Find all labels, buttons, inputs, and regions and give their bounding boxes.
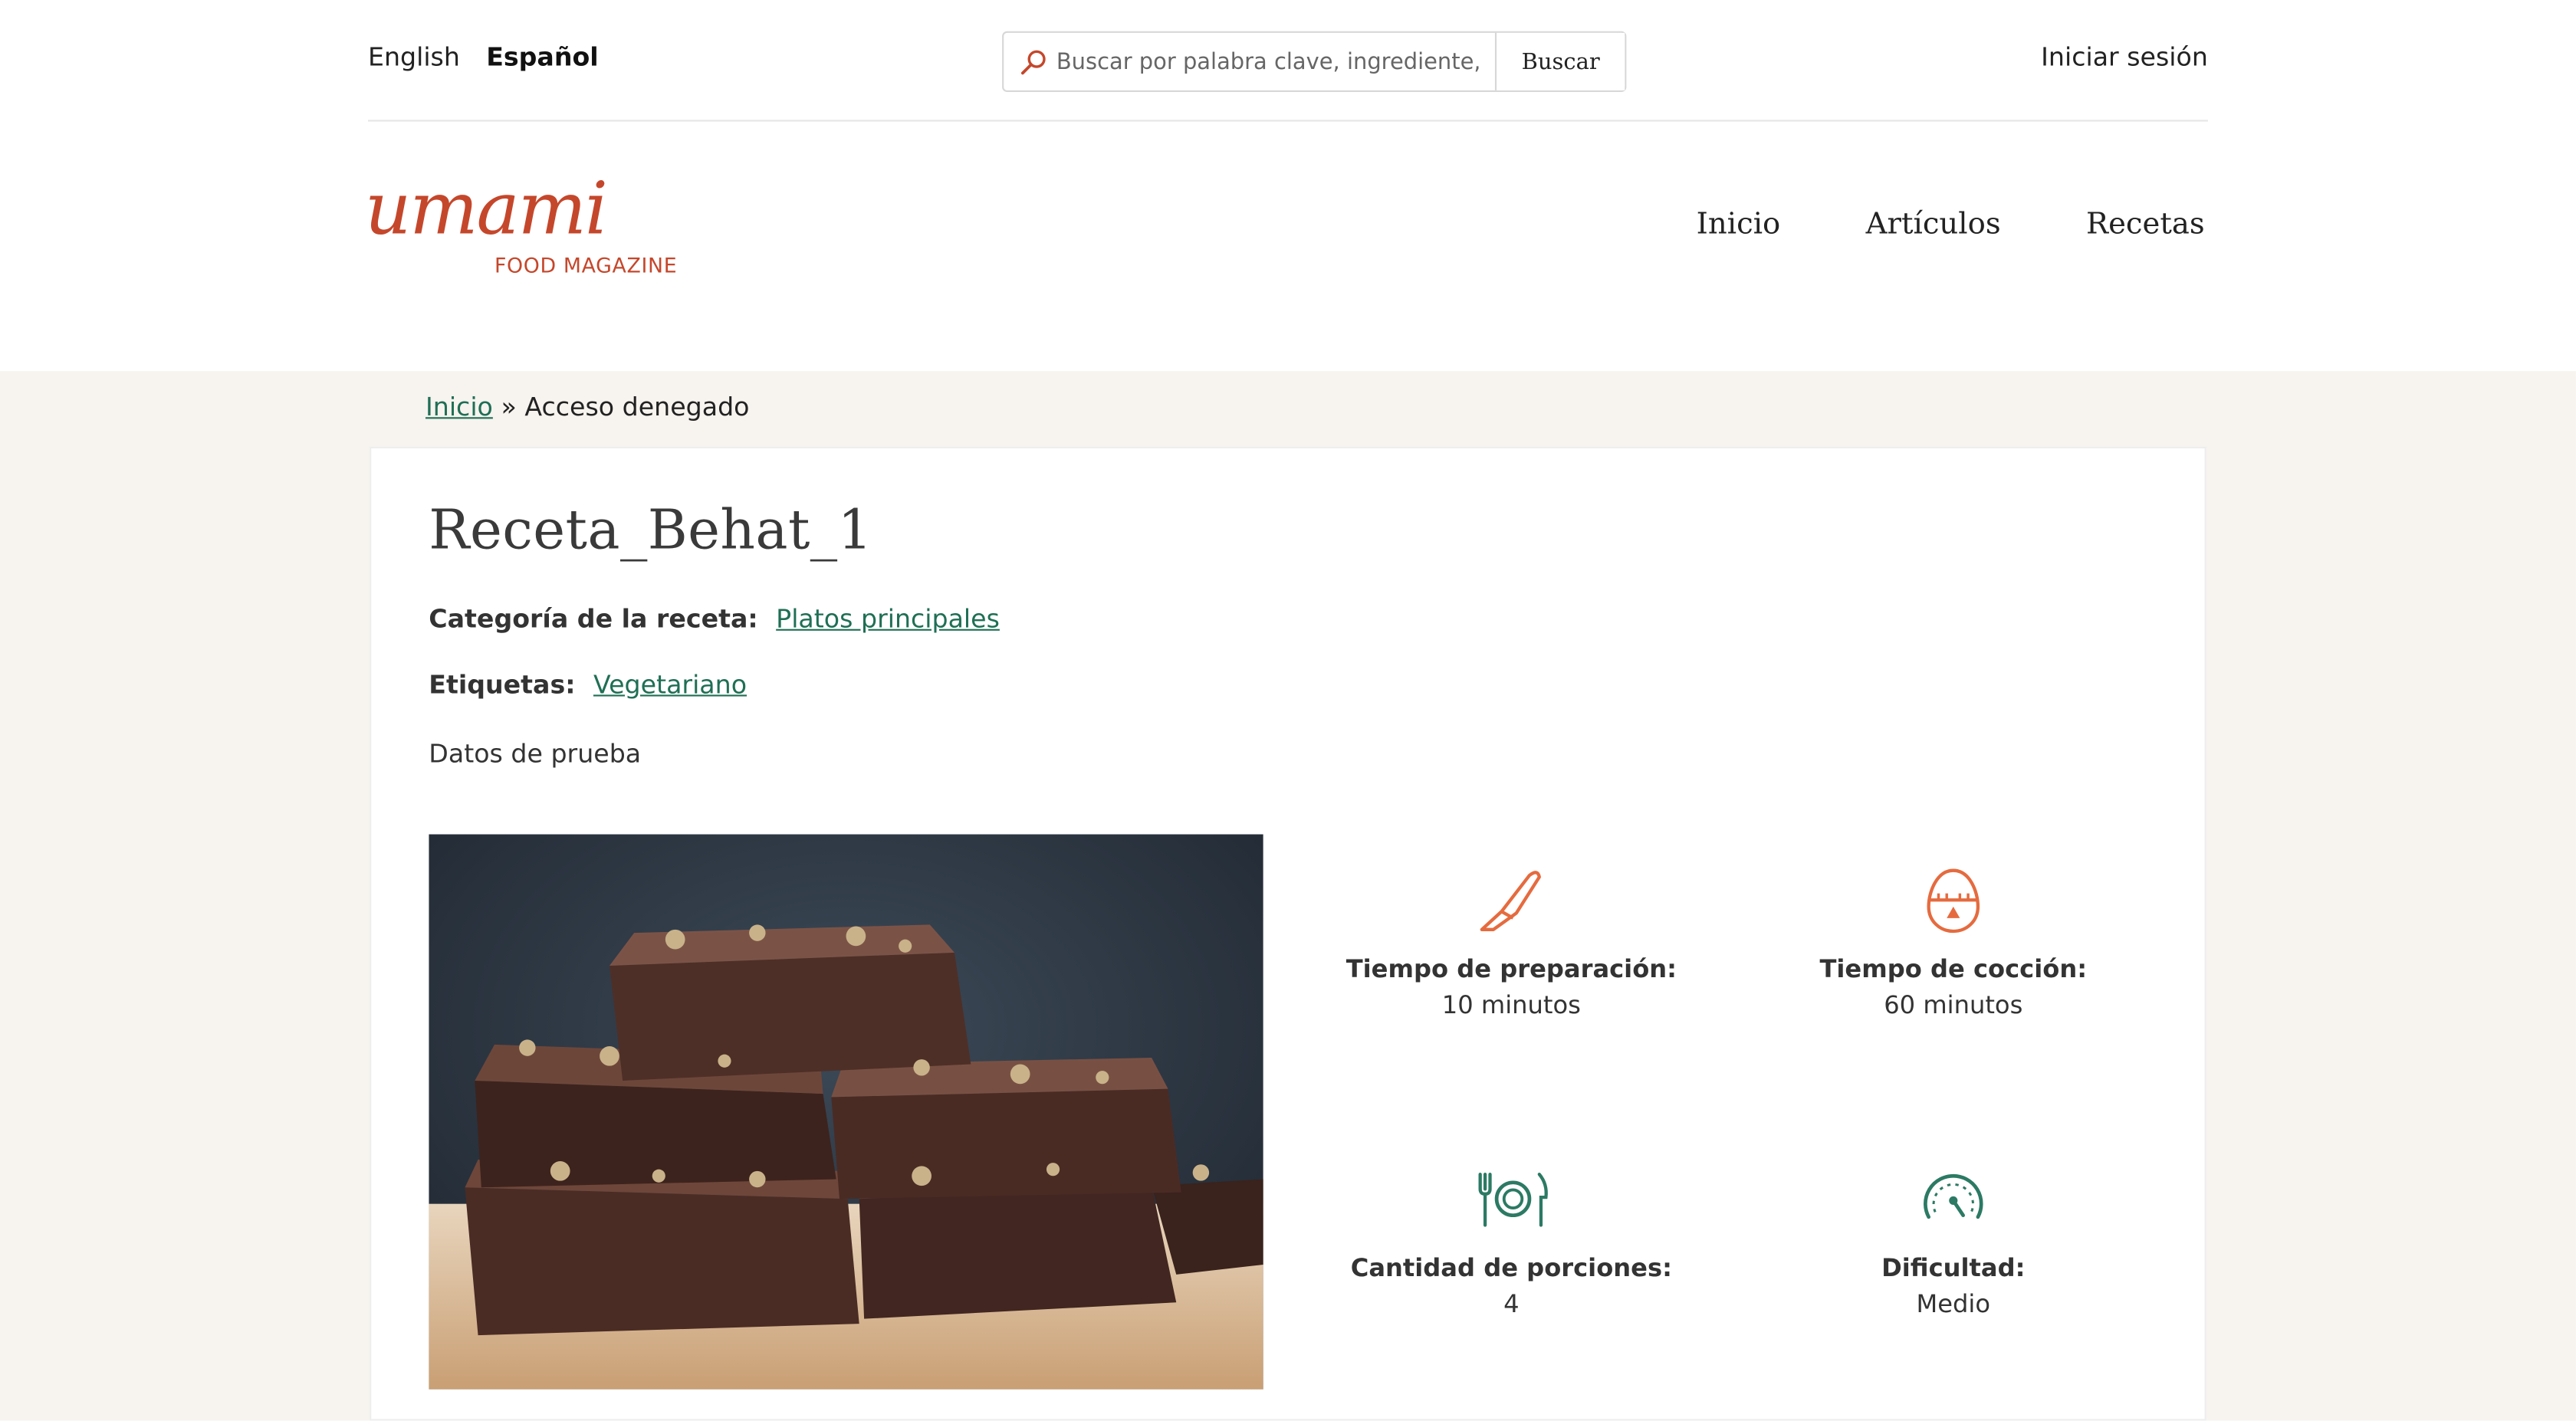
tag-link[interactable]: Vegetariano [593,670,747,700]
category-label: Categoría de la receta: [429,604,758,635]
stat-value: 4 [1503,1289,1520,1319]
stat-difficulty: Dificultad: Medio [1756,1161,2150,1319]
stat-label: Dificultad: [1881,1252,2026,1283]
stat-cook-time: Tiempo de cocción: 60 minutos [1756,862,2150,1020]
stat-label: Tiempo de preparación: [1346,953,1677,984]
breadcrumb-separator: » [501,392,517,422]
recipe-description: Datos de prueba [429,739,642,769]
search-field [1004,32,1497,90]
nav-inicio[interactable]: Inicio [1697,207,1781,241]
gauge-icon [1924,1173,1983,1219]
header-divider [367,120,2208,122]
stat-servings: Cantidad de porciones: 4 [1314,1161,1708,1319]
egg-timer-icon [1927,868,1980,934]
stat-value: 10 minutos [1441,990,1581,1020]
lang-english-link[interactable]: English [368,43,460,73]
search-icon [1020,50,1046,75]
stat-label: Cantidad de porciones: [1350,1252,1672,1283]
knife-icon [1480,871,1541,931]
plate-cutlery-icon [1478,1172,1548,1227]
stat-value: 60 minutos [1884,990,2023,1020]
recipe-card: Receta_Behat_1 Categoría de la receta: P… [370,446,2206,1421]
language-switcher: English Español [368,43,599,73]
page-title: Receta_Behat_1 [429,497,873,562]
lang-espanol-link[interactable]: Español [486,43,599,73]
logo-wordmark: umami [364,167,608,251]
search-button[interactable]: Buscar [1497,32,1625,90]
main-nav: Inicio Artículos Recetas [1697,207,2205,241]
nav-articulos[interactable]: Artículos [1866,207,2001,241]
tags-label: Etiquetas: [429,670,576,700]
search-form: Buscar [1002,31,1627,92]
stat-prep-time: Tiempo de preparación: 10 minutos [1314,862,1708,1020]
login-link[interactable]: Iniciar sesión [2041,43,2208,73]
breadcrumb: Inicio » Acceso denegado [426,392,749,422]
category-link[interactable]: Platos principales [776,605,1000,635]
search-input[interactable] [1004,32,1495,90]
stat-value: Medio [1916,1289,1991,1319]
breadcrumb-home-link[interactable]: Inicio [426,392,493,422]
recipe-tags: Etiquetas: Vegetariano [429,670,747,700]
stat-label: Tiempo de cocción: [1819,953,2088,984]
nav-recetas[interactable]: Recetas [2086,207,2205,241]
logo-subtitle: FOOD MAGAZINE [494,252,678,278]
site-logo[interactable]: umami FOOD MAGAZINE [364,167,694,286]
recipe-image [429,834,1263,1390]
page: English Español Buscar Iniciar sesión um… [0,0,2576,1421]
recipe-category: Categoría de la receta: Platos principal… [429,605,1000,635]
breadcrumb-current: Acceso denegado [524,392,750,422]
